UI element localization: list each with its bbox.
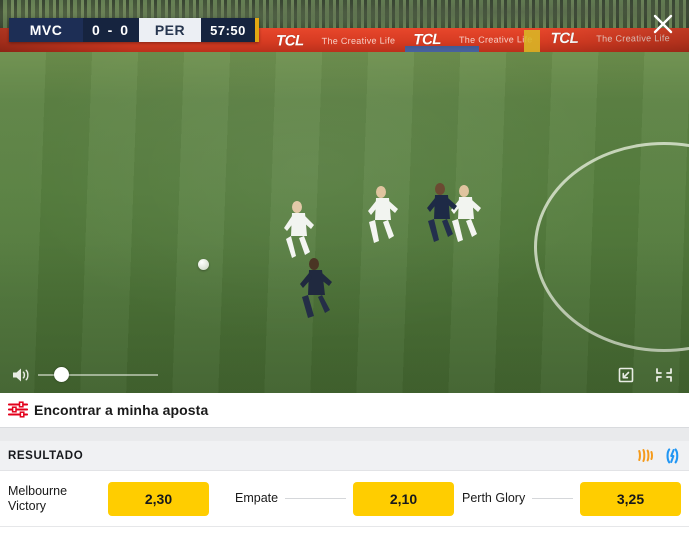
graph-icon — [666, 447, 678, 463]
scoreboard-clock: 57:50 — [201, 18, 255, 42]
close-icon — [653, 14, 673, 34]
stats-icon — [637, 449, 653, 462]
scoreboard-score: 0 - 0 — [83, 18, 139, 42]
section-divider — [0, 427, 689, 441]
volume-button[interactable] — [10, 364, 32, 386]
graph-button[interactable] — [663, 447, 681, 465]
odds-row: Melbourne Victory 2,30 Empate 2,10 Perth… — [0, 471, 689, 527]
players-layer — [284, 183, 481, 318]
volume-icon — [13, 368, 29, 381]
filter-sliders-button[interactable] — [8, 401, 28, 419]
volume-knob[interactable] — [54, 367, 69, 382]
volume-slider[interactable] — [38, 367, 158, 383]
football-pitch — [0, 52, 689, 393]
advert-brand-logo: TCL — [276, 32, 304, 50]
advert-brand-logo-3: TCL — [550, 29, 579, 48]
market-title: RESULTADO — [8, 449, 84, 462]
filter-sliders-icon — [8, 401, 28, 418]
selection-cell-away: Perth Glory 3,25 — [458, 481, 685, 516]
selection-name-away: Perth Glory — [462, 491, 526, 505]
market-header: RESULTADO — [0, 441, 689, 471]
selection-cell-home: Melbourne Victory 2,30 — [4, 481, 231, 516]
selection-dash-away — [532, 498, 573, 499]
picture-in-picture-icon — [618, 367, 634, 382]
odds-button-home[interactable]: 2,30 — [108, 481, 209, 516]
scoreboard: MVC 0 - 0 PER 57:50 — [9, 18, 259, 42]
advert-yellow-patch — [524, 30, 540, 52]
selection-name-draw: Empate — [235, 491, 279, 505]
stats-button[interactable] — [636, 447, 654, 465]
scoreboard-away-team: PER — [139, 18, 201, 42]
collapse-icon — [656, 367, 672, 382]
advert-tagline-2: The Creative Life — [458, 33, 533, 45]
selection-name-home: Melbourne Victory — [8, 483, 68, 513]
player-controls — [0, 356, 689, 393]
scoreboard-home-team: MVC — [9, 18, 83, 42]
scoreboard-edge — [255, 18, 259, 42]
find-my-bet-row[interactable]: Encontrar a minha aposta — [0, 393, 689, 427]
odds-button-draw[interactable]: 2,10 — [353, 481, 454, 516]
odds-button-away[interactable]: 3,25 — [580, 481, 681, 516]
football-ball — [198, 259, 209, 270]
collapse-button[interactable] — [653, 364, 675, 386]
video-player[interactable]: TCL The Creative Life TCL The Creative L… — [0, 0, 689, 393]
picture-in-picture-button[interactable] — [615, 364, 637, 386]
advert-tagline: The Creative Life — [321, 34, 396, 46]
close-button[interactable] — [647, 8, 679, 40]
selection-dash-draw — [285, 498, 346, 499]
find-my-bet-label: Encontrar a minha aposta — [34, 401, 209, 418]
selection-cell-draw: Empate 2,10 — [231, 481, 458, 516]
